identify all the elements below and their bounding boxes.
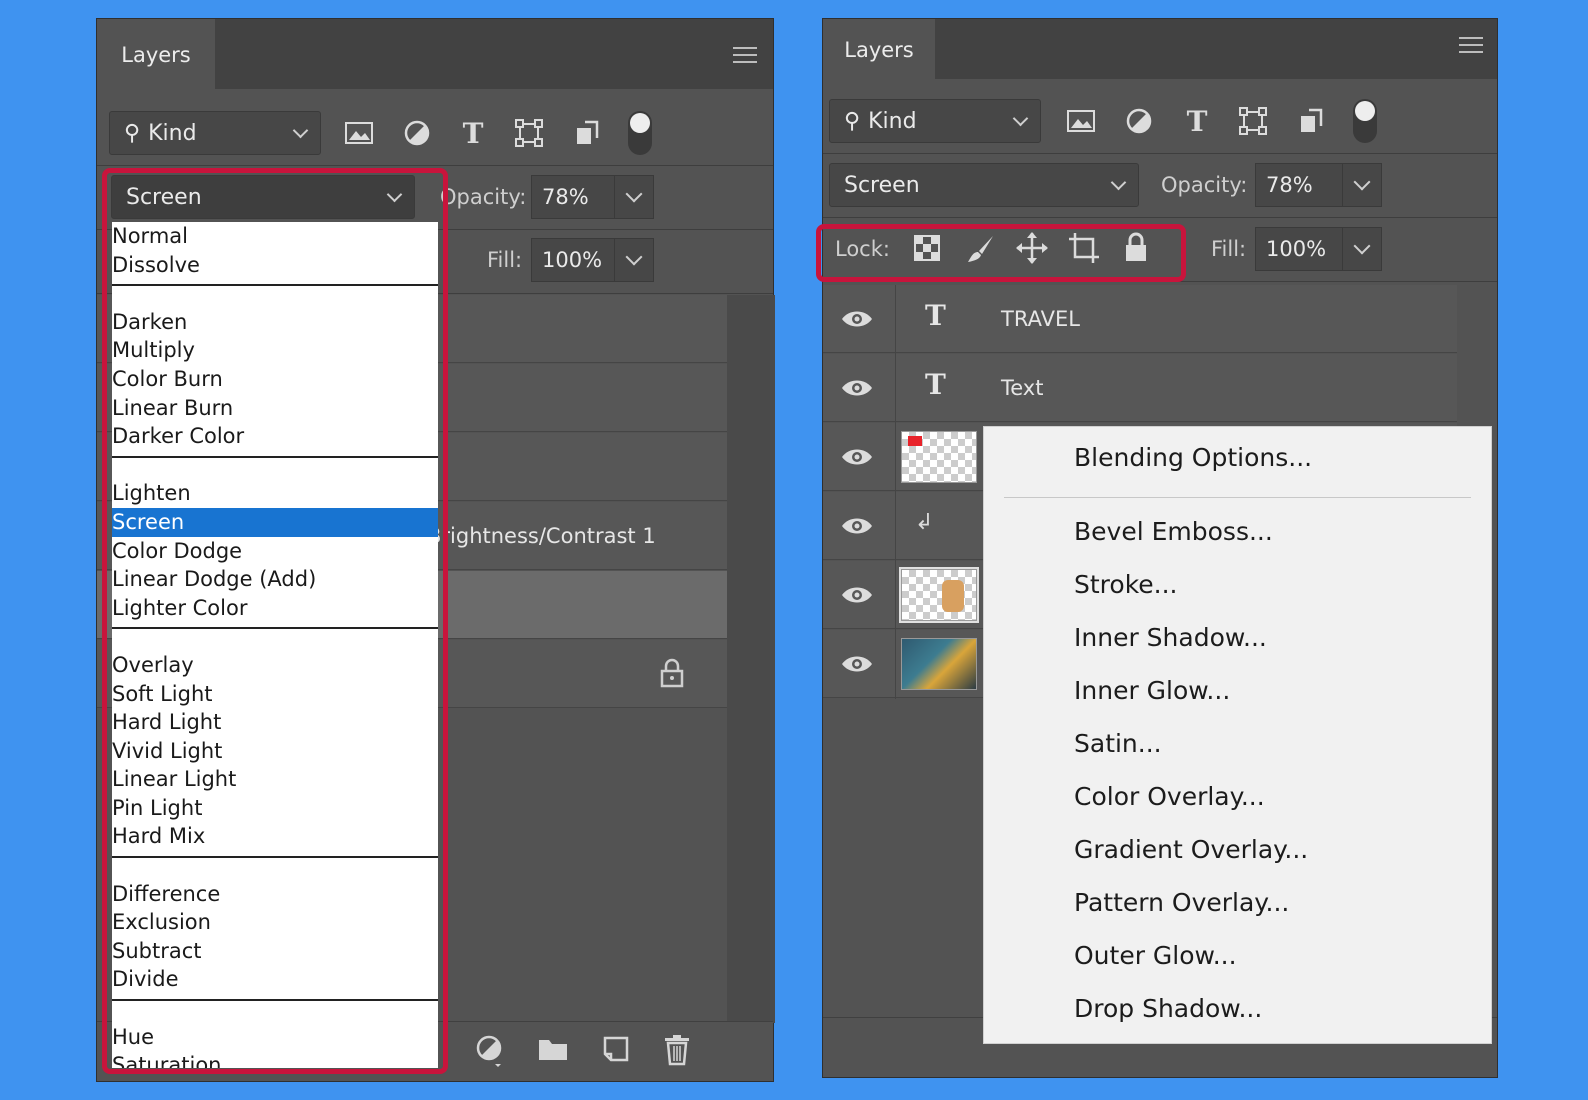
pixel-filter-icon[interactable]: [1063, 103, 1099, 139]
menu-item-inner-shadow[interactable]: Inner Shadow...: [1074, 623, 1267, 652]
search-icon: ⚲: [124, 120, 141, 146]
eye-icon[interactable]: [841, 309, 873, 329]
divider: [895, 285, 896, 699]
layer-name: Text: [1001, 376, 1044, 400]
kind-filter-dropdown[interactable]: ⚲ Kind: [109, 111, 321, 155]
adjustment-layer-icon[interactable]: [475, 1034, 503, 1075]
fill-label: Fill:: [487, 248, 523, 272]
menu-item-bevel-emboss[interactable]: Bevel Emboss...: [1074, 517, 1273, 546]
smart-object-filter-icon[interactable]: [1293, 103, 1329, 139]
shape-filter-icon[interactable]: [1235, 103, 1271, 139]
fill-input[interactable]: 100%: [1255, 227, 1343, 271]
tab-layers[interactable]: Layers: [97, 19, 215, 91]
fill-input[interactable]: 100%: [531, 238, 615, 282]
menu-item-gradient-overlay[interactable]: Gradient Overlay...: [1074, 835, 1308, 864]
lock-icon: [659, 658, 685, 692]
menu-item-blending-options[interactable]: Blending Options...: [1074, 443, 1312, 472]
filter-toggle[interactable]: [1353, 99, 1377, 143]
opacity-dropdown-button[interactable]: [614, 175, 654, 219]
search-icon: ⚲: [844, 108, 861, 134]
type-layer-icon: T: [925, 299, 946, 332]
menu-item-inner-glow[interactable]: Inner Glow...: [1074, 676, 1230, 705]
fill-dropdown-button[interactable]: [614, 238, 654, 282]
highlight-box-blend-modes: [102, 168, 448, 1074]
layer-name: Brightness/Contrast 1: [427, 524, 656, 548]
type-filter-icon[interactable]: T: [1179, 103, 1215, 139]
opacity-label: Opacity:: [1161, 173, 1248, 197]
layer-style-context-menu[interactable]: Blending Options... Bevel Emboss... Stro…: [983, 426, 1492, 1044]
menu-item-drop-shadow[interactable]: Drop Shadow...: [1074, 994, 1262, 1023]
menu-item-satin[interactable]: Satin...: [1074, 729, 1162, 758]
menu-item-pattern-overlay[interactable]: Pattern Overlay...: [1074, 888, 1289, 917]
eye-icon[interactable]: [841, 654, 873, 674]
folder-icon[interactable]: [537, 1036, 569, 1069]
new-layer-icon[interactable]: [601, 1034, 631, 1071]
fill-dropdown-button[interactable]: [1342, 227, 1382, 271]
kind-filter-label: Kind: [868, 108, 917, 134]
trash-icon[interactable]: [663, 1034, 691, 1073]
scrollbar-track[interactable]: [727, 295, 775, 1023]
eye-icon[interactable]: [841, 447, 873, 467]
layer-row-text[interactable]: T Text: [823, 354, 1457, 422]
type-filter-icon[interactable]: T: [455, 115, 491, 151]
pixel-filter-icon[interactable]: [341, 115, 377, 151]
fill-label: Fill:: [1211, 237, 1247, 261]
clip-arrow-icon: ↲: [915, 510, 934, 535]
layer-name: TRAVEL: [1001, 307, 1080, 331]
opacity-input[interactable]: 78%: [531, 175, 615, 219]
panel-menu-icon[interactable]: [733, 47, 757, 63]
chevron-down-icon: [1110, 174, 1127, 191]
opacity-dropdown-button[interactable]: [1342, 163, 1382, 207]
chevron-down-icon: [1012, 110, 1029, 127]
menu-item-color-overlay[interactable]: Color Overlay...: [1074, 782, 1265, 811]
blend-mode-value: Screen: [844, 172, 920, 198]
kind-filter-label: Kind: [148, 120, 197, 146]
divider: [823, 217, 1497, 218]
tab-bar: Layers: [97, 19, 773, 91]
type-layer-icon: T: [925, 368, 946, 401]
smart-object-filter-icon[interactable]: [569, 115, 605, 151]
kind-filter-dropdown[interactable]: ⚲ Kind: [829, 99, 1041, 143]
blend-mode-dropdown[interactable]: Screen: [829, 163, 1139, 207]
menu-separator: [1004, 497, 1471, 498]
menu-item-stroke[interactable]: Stroke...: [1074, 570, 1178, 599]
tab-layers[interactable]: Layers: [823, 19, 935, 81]
layer-row-travel[interactable]: T TRAVEL: [823, 285, 1457, 353]
highlight-box-lock: [816, 224, 1186, 282]
layer-thumbnail: [899, 567, 979, 623]
eye-icon[interactable]: [841, 516, 873, 536]
divider: [823, 153, 1497, 154]
tab-bar: Layers: [823, 19, 1497, 81]
opacity-input[interactable]: 78%: [1255, 163, 1343, 207]
adjustment-filter-icon[interactable]: [1121, 103, 1157, 139]
adjustment-filter-icon[interactable]: [399, 115, 435, 151]
layer-thumbnail: [901, 431, 977, 483]
eye-icon[interactable]: [841, 585, 873, 605]
shape-filter-icon[interactable]: [511, 115, 547, 151]
chevron-down-icon: [292, 122, 309, 139]
eye-icon[interactable]: [841, 378, 873, 398]
divider: [97, 165, 773, 166]
panel-menu-icon[interactable]: [1459, 37, 1483, 53]
filter-toggle[interactable]: [628, 111, 652, 155]
opacity-label: Opacity:: [440, 185, 527, 209]
menu-item-outer-glow[interactable]: Outer Glow...: [1074, 941, 1237, 970]
layer-thumbnail: [901, 638, 977, 690]
